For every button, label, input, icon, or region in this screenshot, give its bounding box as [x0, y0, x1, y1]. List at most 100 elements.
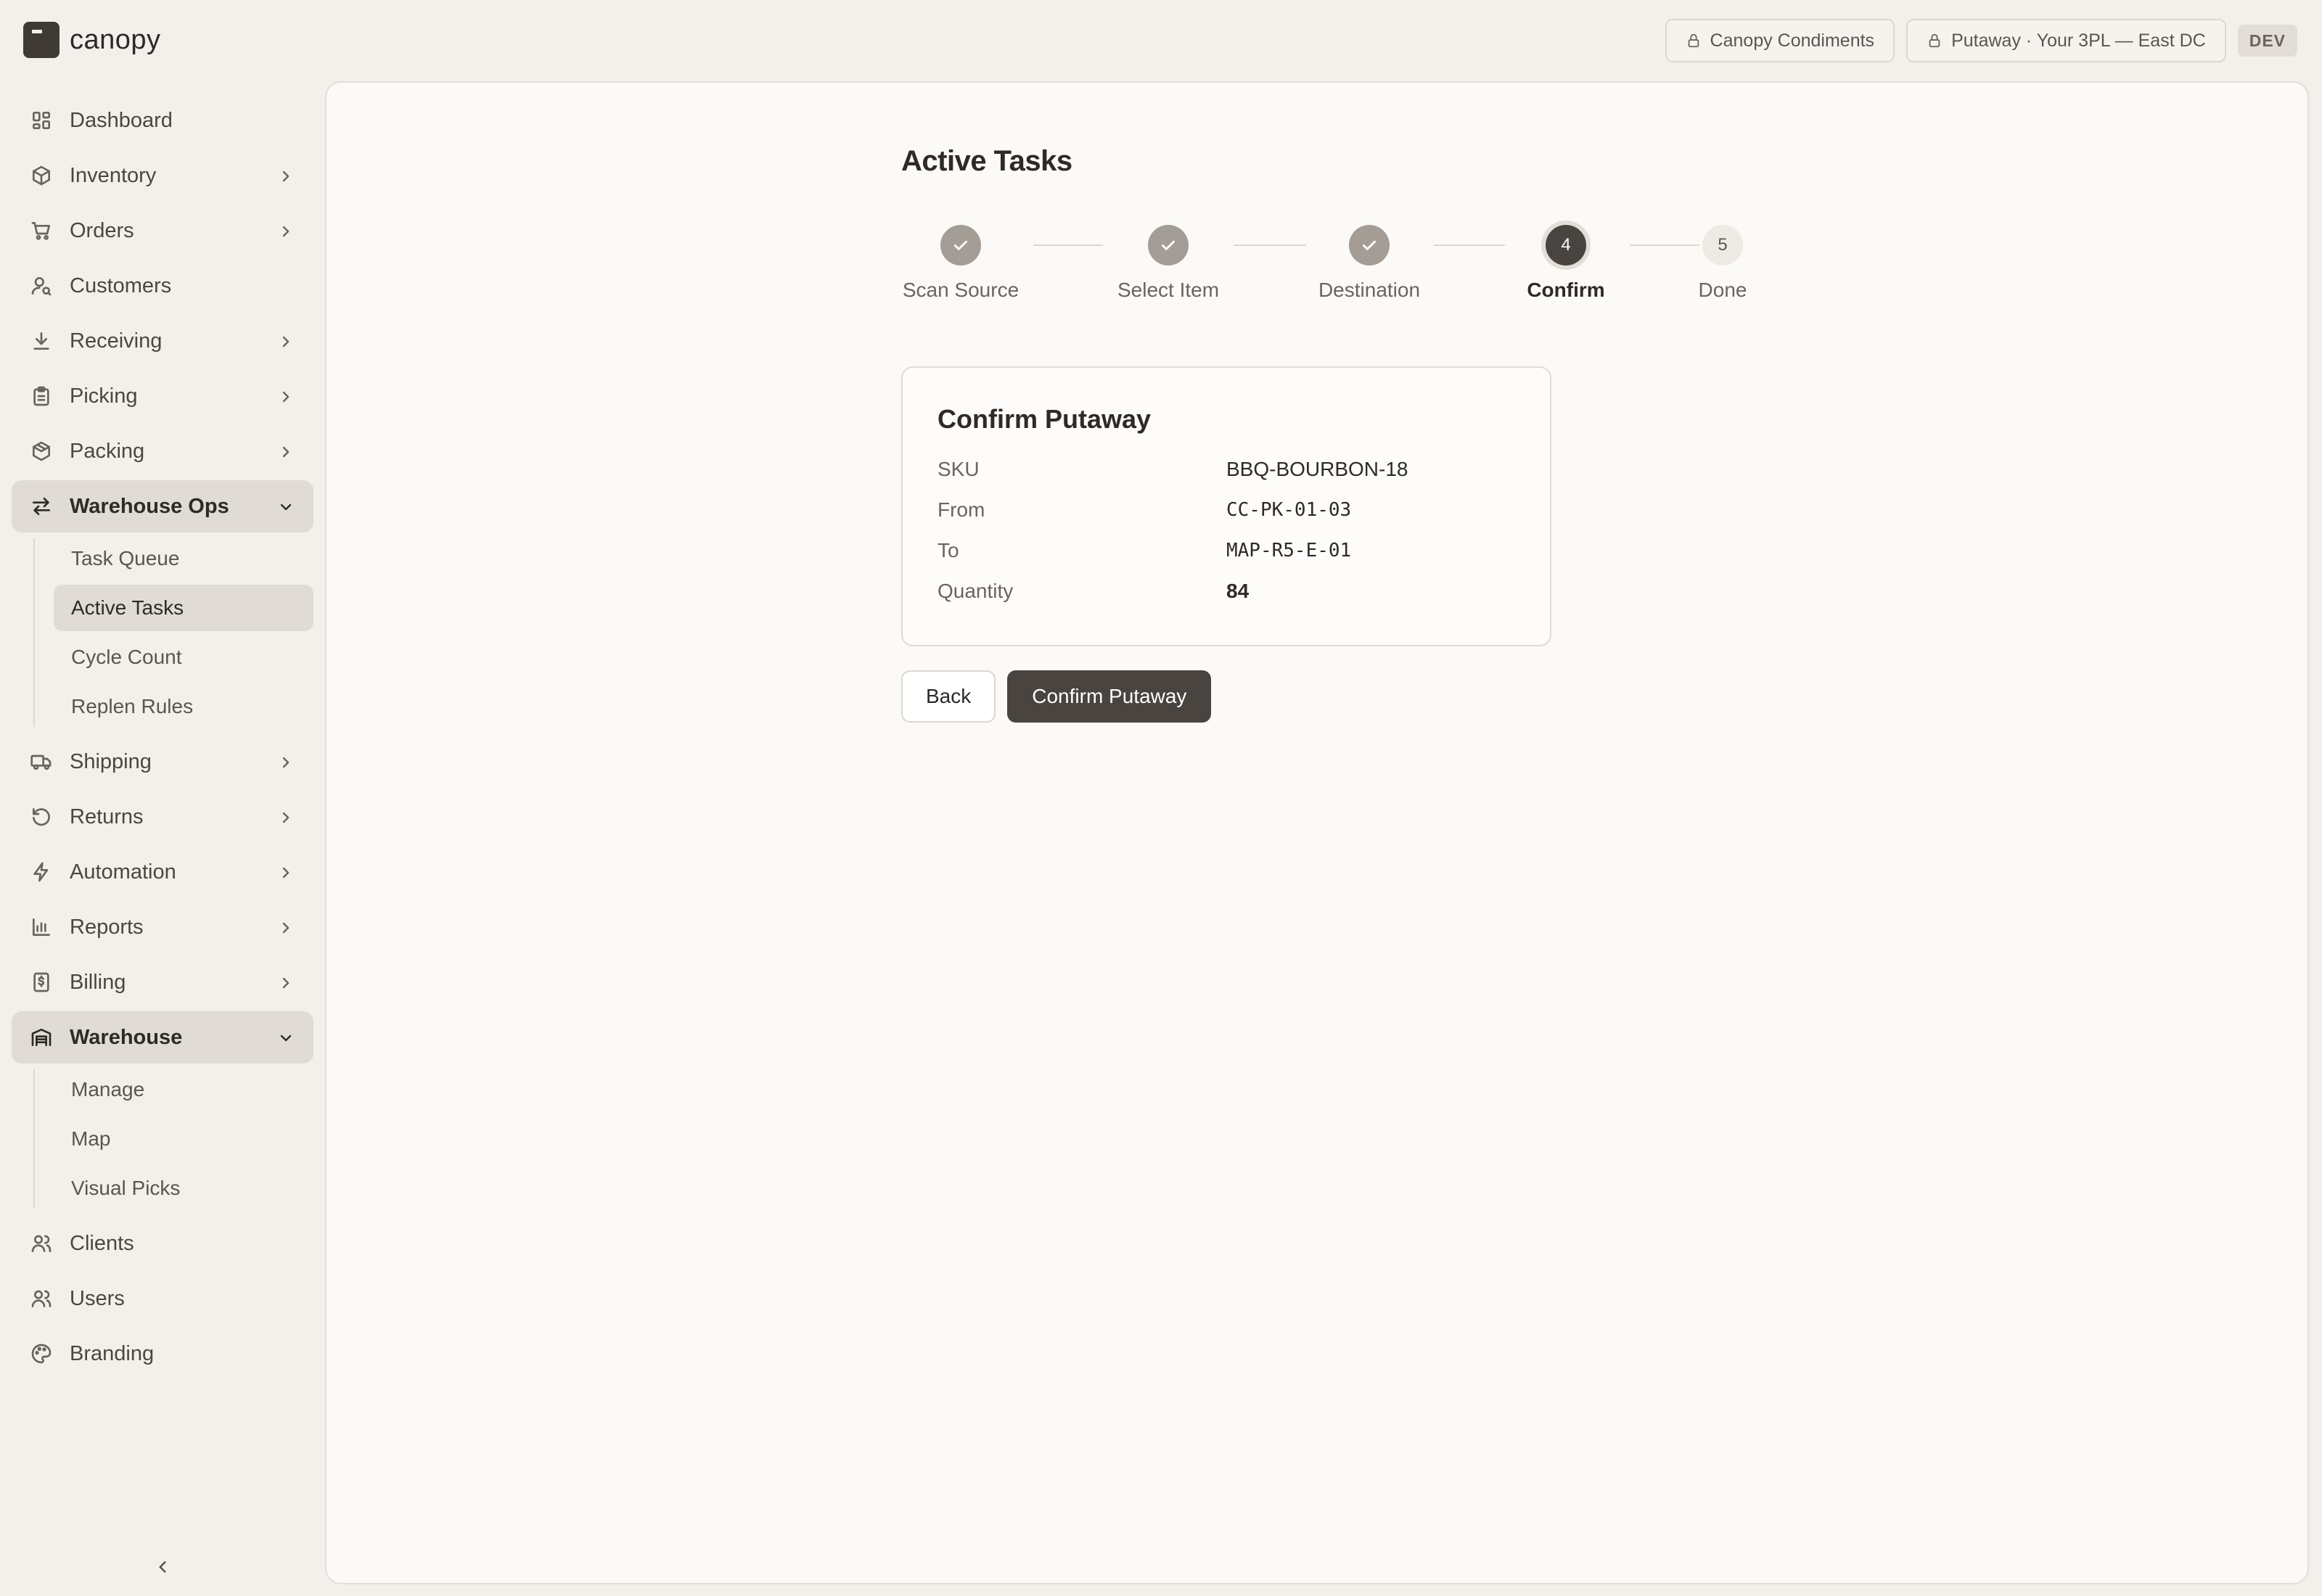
sidebar-item-label: Warehouse	[70, 1025, 183, 1049]
sidebar-item-returns[interactable]: Returns	[12, 791, 313, 843]
chevron-down-icon	[277, 498, 295, 515]
card-title: Confirm Putaway	[938, 404, 1152, 434]
detail-key: SKU	[938, 458, 980, 480]
step-complete-indicator	[1148, 225, 1189, 266]
truck-icon	[29, 749, 54, 774]
sidebar-item-orders[interactable]: Orders	[12, 205, 313, 257]
detail-key: Quantity	[938, 580, 1014, 602]
sidebar-item-billing[interactable]: Billing	[12, 956, 313, 1008]
step-label: Destination	[1318, 279, 1421, 301]
step-label: Scan Source	[902, 279, 1020, 301]
detail-row-sku: SKU BBQ-BOURBON-18	[938, 449, 1515, 490]
sidebar-item-shipping[interactable]: Shipping	[12, 736, 313, 788]
package-icon	[29, 439, 54, 464]
sidebar-item-label: Automation	[70, 860, 176, 884]
sidebar-item-reports[interactable]: Reports	[12, 901, 313, 953]
step-complete-indicator	[940, 225, 981, 266]
check-icon	[1363, 240, 1376, 250]
chevron-right-icon	[277, 918, 295, 936]
top-bar-actions: Canopy Condiments Putaway · Your 3PL — E…	[1665, 19, 2297, 62]
client-selector-label: Canopy Condiments	[1710, 30, 1875, 51]
sidebar-item-label: Users	[70, 1286, 125, 1310]
sidebar-item-label: Warehouse Ops	[70, 494, 229, 518]
chevron-down-icon	[277, 1029, 295, 1046]
step-confirm: 4 Confirm	[1493, 225, 1638, 302]
subnav-item-map[interactable]: Map	[54, 1116, 313, 1162]
sidebar-item-picking[interactable]: Picking	[12, 370, 313, 422]
sidebar-item-packing[interactable]: Packing	[12, 425, 313, 477]
chevron-right-icon	[277, 387, 295, 405]
subnav-item-cycle-count[interactable]: Cycle Count	[54, 634, 313, 680]
sidebar-item-label: Dashboard	[70, 108, 173, 132]
confirm-putaway-button[interactable]: Confirm Putaway	[1007, 670, 1212, 723]
context-selector-label: Putaway · Your 3PL — East DC	[1951, 30, 2206, 51]
sidebar-item-branding[interactable]: Branding	[12, 1328, 313, 1380]
detail-key: From	[938, 498, 985, 521]
chevron-right-icon	[277, 808, 295, 826]
lock-icon	[1688, 33, 1699, 48]
chevron-right-icon	[277, 443, 295, 460]
sidebar-item-label: Billing	[70, 970, 126, 994]
sidebar-item-label: Picking	[70, 384, 138, 408]
detail-row-to: To MAP-R5-E-01	[938, 530, 1515, 571]
subnav-item-task-queue[interactable]: Task Queue	[54, 535, 313, 582]
client-selector[interactable]: Canopy Condiments	[1665, 19, 1895, 62]
chevron-right-icon	[277, 753, 295, 770]
putaway-stepper: Scan Source Select Item Destination 4 Co…	[901, 225, 1772, 305]
sidebar-item-receiving[interactable]: Receiving	[12, 315, 313, 367]
sidebar-item-label: Orders	[70, 218, 134, 242]
chevron-right-icon	[277, 167, 295, 184]
sidebar: Dashboard Inventory Orders Customers Rec…	[12, 94, 313, 1383]
check-icon	[954, 240, 967, 250]
step-destination: Destination	[1297, 225, 1442, 302]
sidebar-item-warehouse[interactable]: Warehouse	[12, 1011, 313, 1064]
sidebar-item-label: Branding	[70, 1341, 155, 1365]
box-icon	[29, 163, 54, 188]
bar-chart-icon	[29, 915, 54, 939]
warehouse-subnav: Manage Map Visual Picks	[12, 1066, 313, 1212]
quantity-value: 84	[1226, 580, 1250, 602]
check-icon	[1162, 240, 1175, 250]
subnav-item-manage[interactable]: Manage	[54, 1066, 313, 1113]
step-connector	[1033, 244, 1103, 246]
subnav-item-active-tasks[interactable]: Active Tasks	[54, 585, 313, 631]
detail-row-quantity: Quantity 84	[938, 571, 1515, 612]
step-number: 4	[1546, 225, 1586, 266]
step-label: Confirm	[1527, 279, 1605, 301]
customer-icon	[29, 273, 54, 298]
canopy-logo-icon	[23, 22, 60, 58]
sidebar-item-inventory[interactable]: Inventory	[12, 149, 313, 202]
chevron-left-icon	[159, 1561, 166, 1573]
sidebar-collapse-button[interactable]	[148, 1552, 177, 1581]
dollar-receipt-icon	[29, 970, 54, 995]
sidebar-item-clients[interactable]: Clients	[12, 1217, 313, 1270]
step-scan-source: Scan Source	[888, 225, 1033, 302]
sidebar-item-warehouse-ops[interactable]: Warehouse Ops	[12, 480, 313, 532]
chevron-right-icon	[277, 332, 295, 350]
users-icon	[29, 1286, 54, 1311]
brand-name: canopy	[70, 24, 161, 55]
sidebar-item-automation[interactable]: Automation	[12, 846, 313, 898]
step-done: 5 Done	[1650, 225, 1795, 302]
subnav-item-visual-picks[interactable]: Visual Picks	[54, 1165, 313, 1212]
warehouse-icon	[29, 1025, 54, 1050]
sidebar-item-users[interactable]: Users	[12, 1272, 313, 1325]
chevron-right-icon	[277, 222, 295, 239]
sidebar-item-customers[interactable]: Customers	[12, 260, 313, 312]
sidebar-item-dashboard[interactable]: Dashboard	[12, 94, 313, 147]
main-panel: Active Tasks Scan Source Select Item Des…	[325, 81, 2309, 1584]
context-selector[interactable]: Putaway · Your 3PL — East DC	[1906, 19, 2226, 62]
cart-icon	[29, 218, 54, 243]
lock-icon	[1929, 33, 1940, 48]
page-content: Active Tasks Scan Source Select Item Des…	[901, 145, 1772, 723]
subnav-item-replen-rules[interactable]: Replen Rules	[54, 683, 313, 730]
detail-row-from: From CC-PK-01-03	[938, 490, 1515, 530]
download-icon	[29, 329, 54, 353]
sidebar-item-label: Reports	[70, 915, 144, 939]
users-icon	[29, 1231, 54, 1256]
sidebar-item-label: Inventory	[70, 163, 157, 187]
confirm-putaway-card: Confirm Putaway SKU BBQ-BOURBON-18 From …	[901, 366, 1551, 646]
back-button[interactable]: Back	[901, 670, 996, 723]
brand[interactable]: canopy	[23, 22, 161, 58]
palette-icon	[29, 1341, 54, 1366]
